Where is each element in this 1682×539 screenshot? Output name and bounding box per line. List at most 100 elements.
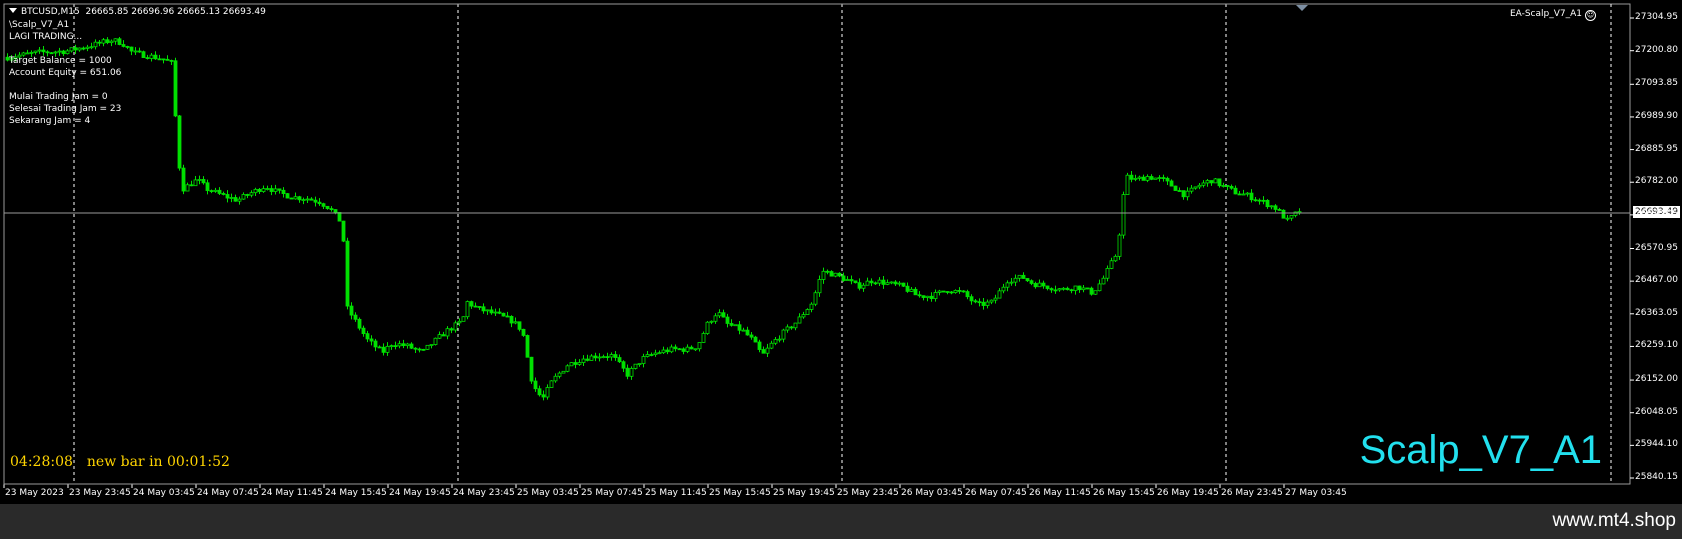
- candle-body: [241, 194, 246, 200]
- candle-body: [1201, 182, 1206, 186]
- ohlc-values: 26665.85 26696.96 26665.13 26693.49: [85, 7, 266, 17]
- candle-body: [901, 282, 906, 287]
- candle-body: [273, 188, 278, 192]
- time-tick-label: 23 May 2023: [5, 488, 64, 498]
- candle-body: [1025, 278, 1030, 282]
- candle-body: [141, 51, 146, 58]
- candle-body: [1209, 180, 1214, 184]
- candle-body: [541, 394, 546, 398]
- candle-body: [153, 54, 158, 60]
- candle-body: [1001, 286, 1006, 292]
- candle-body: [617, 357, 622, 363]
- candle-body: [689, 346, 694, 350]
- candle-body: [317, 201, 322, 205]
- candle-body: [1053, 289, 1058, 292]
- candle-body: [909, 288, 914, 292]
- candle-body: [957, 290, 962, 292]
- candle-body: [61, 50, 66, 55]
- candle-body: [881, 279, 886, 285]
- candle-body: [473, 305, 478, 308]
- candle-body: [361, 327, 366, 335]
- candle-body: [933, 292, 938, 300]
- candle-body: [1021, 274, 1026, 279]
- candle-body: [1141, 176, 1146, 181]
- candle-body: [1193, 186, 1198, 189]
- candle-body: [1277, 209, 1282, 211]
- candle-body: [1233, 187, 1238, 195]
- candle-body: [145, 57, 150, 59]
- price-tick-label: 26467.00: [1635, 275, 1678, 286]
- candle-body: [605, 356, 610, 359]
- candle-body: [137, 50, 142, 53]
- time-tick-label: 24 May 23:45: [453, 488, 515, 498]
- candle-body: [113, 38, 118, 42]
- candle-body: [545, 387, 550, 398]
- candle-body: [765, 347, 770, 354]
- candle-body: [1129, 174, 1134, 180]
- candle-body: [581, 358, 586, 363]
- candle-body: [29, 52, 34, 54]
- candle-body: [805, 309, 810, 315]
- comment-line: Sekarang Jam = 4: [9, 116, 91, 126]
- candle-body: [561, 370, 566, 374]
- candle-body: [573, 362, 578, 365]
- candle-body: [321, 203, 326, 207]
- candle-body: [961, 290, 966, 293]
- candle-body: [117, 38, 122, 45]
- candle-body: [1065, 287, 1070, 291]
- candle-body: [1189, 187, 1194, 192]
- candle-body: [181, 167, 186, 192]
- candle-body: [701, 333, 706, 343]
- candle-body: [569, 362, 574, 367]
- candle-body: [609, 354, 614, 358]
- time-tick-label: 27 May 03:45: [1285, 488, 1347, 498]
- candle-body: [125, 46, 130, 48]
- expert-advisor-label[interactable]: EA-Scalp_V7_A1 ☺: [1510, 8, 1596, 21]
- price-tick-label: 26570.95: [1635, 242, 1678, 253]
- candle-body: [249, 192, 254, 196]
- candle-body: [633, 363, 638, 369]
- price-tick-label: 26782.00: [1635, 176, 1678, 187]
- time-tick-label: 26 May 15:45: [1093, 488, 1155, 498]
- candle-body: [601, 356, 606, 359]
- dropdown-triangle-icon[interactable]: [9, 8, 17, 13]
- chart-shift-marker[interactable]: [1296, 5, 1308, 11]
- candle-body: [1241, 193, 1246, 196]
- candle-body: [1157, 177, 1162, 179]
- candle-body: [405, 343, 410, 347]
- smiley-icon[interactable]: ☺: [1585, 10, 1596, 21]
- candle-body: [1253, 199, 1258, 202]
- comment-line: LAGI TRADING...: [9, 32, 83, 42]
- candle-body: [861, 284, 866, 289]
- candle-body: [797, 316, 802, 324]
- candle-body: [845, 279, 850, 281]
- candle-body: [53, 51, 58, 54]
- candle-body: [393, 345, 398, 348]
- time-tick-label: 24 May 07:45: [197, 488, 259, 498]
- candle-body: [197, 179, 202, 181]
- candle-body: [409, 343, 414, 349]
- candle-body: [1221, 185, 1226, 187]
- comment-line: Mulai Trading Jam = 0: [9, 92, 108, 102]
- candle-body: [577, 362, 582, 365]
- candle-body: [709, 320, 714, 323]
- candle-body: [1153, 177, 1158, 180]
- candle-body: [913, 288, 918, 296]
- candle-body: [301, 199, 306, 201]
- candle-body: [809, 303, 814, 310]
- candle-body: [357, 318, 362, 329]
- candle-body: [1185, 190, 1190, 198]
- candle-body: [1229, 186, 1234, 189]
- candle-body: [253, 188, 258, 194]
- candle-body: [661, 349, 666, 354]
- site-url[interactable]: www.mt4.shop: [1552, 510, 1676, 532]
- candle-body: [537, 388, 542, 396]
- candle-body: [1257, 199, 1262, 202]
- candle-body: [129, 46, 134, 52]
- candle-body: [593, 355, 598, 359]
- candle-body: [869, 280, 874, 284]
- chart-window[interactable]: BTCUSD,M15 26665.85 26696.96 26665.13 26…: [0, 0, 1682, 504]
- candle-body: [33, 50, 38, 53]
- candle-body: [1133, 177, 1138, 180]
- candle-body: [245, 194, 250, 196]
